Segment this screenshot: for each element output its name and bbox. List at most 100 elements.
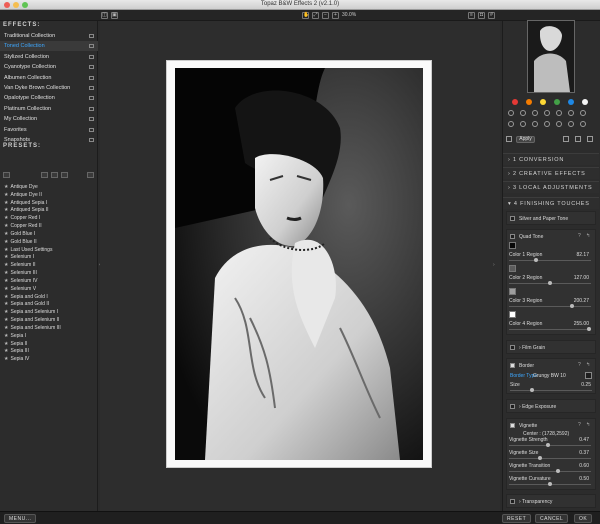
collection-item[interactable]: Traditional Collection bbox=[0, 31, 98, 41]
preset-item[interactable]: ★ Sepia and Gold I bbox=[4, 294, 48, 301]
drop-7-icon[interactable] bbox=[580, 121, 586, 127]
collection-item[interactable]: Opalotype Collection bbox=[0, 93, 98, 103]
star-icon[interactable]: ★ bbox=[4, 239, 8, 245]
region-color-swatch[interactable] bbox=[509, 311, 516, 318]
quad-tone-checkbox[interactable] bbox=[510, 234, 515, 239]
picker-icon[interactable] bbox=[544, 110, 550, 116]
border-size-value[interactable]: 0.25 bbox=[571, 382, 591, 388]
preset-item[interactable]: ★ Sepia IV bbox=[4, 356, 29, 363]
star-icon[interactable]: ★ bbox=[4, 317, 8, 323]
border-size-slider[interactable] bbox=[510, 388, 592, 392]
color-swatch-dot[interactable] bbox=[512, 99, 518, 105]
preset-export-icon[interactable] bbox=[61, 172, 68, 178]
section-conversion[interactable]: › 1 CONVERSION bbox=[503, 153, 599, 165]
section-local-adjustments[interactable]: › 3 LOCAL ADJUSTMENTS bbox=[503, 181, 599, 193]
film-grain-checkbox[interactable] bbox=[510, 345, 515, 350]
star-icon[interactable]: ★ bbox=[4, 286, 8, 292]
collection-grid-icon[interactable] bbox=[89, 44, 94, 49]
preset-item[interactable]: ★ Sepia and Selenium I bbox=[4, 309, 58, 316]
undo-icon[interactable] bbox=[506, 136, 512, 142]
collection-grid-icon[interactable] bbox=[89, 86, 94, 90]
collection-item[interactable]: Platinum Collection bbox=[0, 104, 98, 114]
color-swatch-dot[interactable] bbox=[582, 99, 588, 105]
vignette-row-value[interactable]: 0.60 bbox=[569, 463, 589, 469]
region-value[interactable]: 82.17 bbox=[569, 252, 589, 258]
star-icon[interactable]: ★ bbox=[4, 254, 8, 260]
reset-icon[interactable]: ↰ bbox=[586, 422, 590, 428]
preset-item[interactable]: ★ Copper Red II bbox=[4, 223, 42, 230]
collection-item[interactable]: Van Dyke Brown Collection bbox=[0, 83, 98, 93]
region-color-swatch[interactable] bbox=[509, 265, 516, 272]
preset-item[interactable]: ★ Gold Blue II bbox=[4, 239, 37, 246]
region-value[interactable]: 255.00 bbox=[569, 321, 589, 327]
edge-exposure-panel[interactable]: › Edge Exposure bbox=[506, 399, 596, 413]
edge-exposure-checkbox[interactable] bbox=[510, 404, 515, 409]
navigator-thumbnail[interactable] bbox=[527, 20, 575, 93]
layers-icon[interactable]: ≡ bbox=[468, 12, 475, 19]
preset-item[interactable]: ★ Antique Dye II bbox=[4, 192, 42, 199]
preset-camera-icon[interactable] bbox=[87, 172, 94, 178]
collection-item[interactable]: Cyanotype Collection bbox=[0, 62, 98, 72]
slider-knob[interactable] bbox=[587, 327, 591, 331]
star-icon[interactable]: ★ bbox=[4, 207, 8, 213]
vignette-slider[interactable] bbox=[509, 443, 591, 447]
vignette-slider[interactable] bbox=[509, 482, 591, 486]
slider-knob[interactable] bbox=[530, 388, 534, 392]
settings-icon[interactable] bbox=[532, 110, 538, 116]
slider-knob[interactable] bbox=[537, 456, 542, 460]
border-type-expand-icon[interactable] bbox=[585, 372, 592, 379]
star-icon[interactable]: ★ bbox=[4, 301, 8, 307]
collection-grid-icon[interactable] bbox=[89, 106, 94, 111]
vignette-row-value[interactable]: 0.37 bbox=[569, 450, 589, 456]
menu-button[interactable]: MENU... bbox=[4, 514, 37, 523]
vignette-row-value[interactable]: 0.47 bbox=[569, 437, 589, 443]
preset-item[interactable]: ★ Copper Red I bbox=[4, 215, 40, 222]
drop-4-icon[interactable] bbox=[544, 121, 550, 127]
star-icon[interactable]: ★ bbox=[4, 184, 8, 190]
tool-b-icon[interactable] bbox=[575, 136, 581, 142]
collection-item[interactable]: Albumen Collection bbox=[0, 73, 98, 83]
film-grain-panel[interactable]: › Film Grain bbox=[506, 340, 596, 354]
apply-button[interactable]: Apply bbox=[516, 136, 535, 143]
drop-1-icon[interactable] bbox=[508, 121, 514, 127]
region-slider[interactable] bbox=[509, 281, 591, 285]
mask-icon[interactable] bbox=[520, 110, 526, 116]
drop-3-icon[interactable] bbox=[532, 121, 538, 127]
tool-c-icon[interactable] bbox=[587, 136, 593, 142]
drop-5-icon[interactable] bbox=[556, 121, 562, 127]
star-icon[interactable]: ★ bbox=[4, 231, 8, 237]
help-icon[interactable]: ? bbox=[578, 233, 581, 239]
preset-filter-icon[interactable] bbox=[3, 172, 10, 178]
collection-grid-icon[interactable] bbox=[89, 138, 94, 142]
zoom-in-icon[interactable]: + bbox=[332, 12, 339, 19]
collection-grid-icon[interactable] bbox=[89, 117, 94, 122]
star-icon[interactable]: ★ bbox=[4, 262, 8, 268]
vignette-slider[interactable] bbox=[509, 456, 591, 460]
grid-icon[interactable]: # bbox=[488, 12, 495, 19]
preset-item[interactable]: ★ Sepia and Gold II bbox=[4, 301, 49, 308]
preset-item[interactable]: ★ Selenium II bbox=[4, 262, 36, 269]
collection-grid-icon[interactable] bbox=[89, 96, 94, 101]
star-icon[interactable]: ★ bbox=[4, 247, 8, 253]
color-tool-icon[interactable] bbox=[568, 110, 574, 116]
drop-tool-icon[interactable] bbox=[580, 110, 586, 116]
star-icon[interactable]: ★ bbox=[4, 278, 8, 284]
star-icon[interactable]: ★ bbox=[4, 348, 8, 354]
reset-icon[interactable]: ↰ bbox=[586, 362, 590, 368]
slider-knob[interactable] bbox=[548, 482, 552, 486]
zoom-level[interactable]: 30.0% bbox=[342, 12, 356, 18]
silver-checkbox[interactable] bbox=[510, 216, 515, 221]
preset-item[interactable]: ★ Selenium I bbox=[4, 254, 34, 261]
vignette-checkbox[interactable] bbox=[510, 423, 515, 428]
star-icon[interactable]: ★ bbox=[4, 200, 8, 206]
region-slider[interactable] bbox=[509, 304, 591, 308]
collection-item[interactable]: Favorites bbox=[0, 125, 98, 135]
grid-tool-icon[interactable] bbox=[556, 110, 562, 116]
region-color-swatch[interactable] bbox=[509, 288, 516, 295]
collection-grid-icon[interactable] bbox=[89, 75, 94, 80]
region-slider[interactable] bbox=[509, 258, 591, 262]
color-swatch-dot[interactable] bbox=[568, 99, 574, 105]
preset-item[interactable]: ★ Selenium IV bbox=[4, 278, 37, 285]
reset-button[interactable]: RESET bbox=[502, 514, 532, 523]
vignette-slider[interactable] bbox=[509, 469, 591, 473]
